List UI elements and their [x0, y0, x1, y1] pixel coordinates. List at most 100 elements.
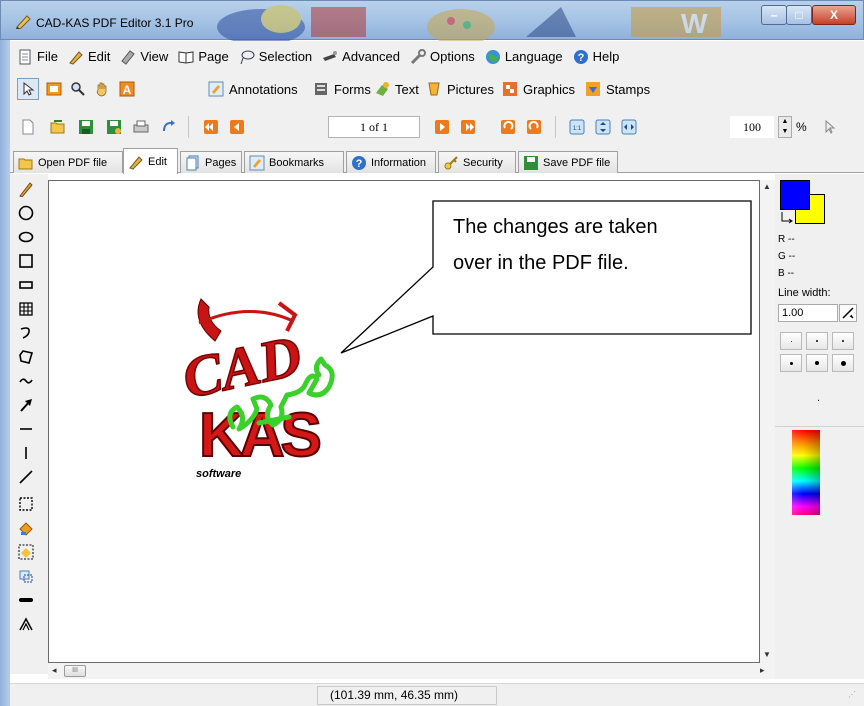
toolbar-separator: [188, 116, 189, 138]
tool-pen[interactable]: [14, 177, 38, 201]
tab-pages[interactable]: Pages: [180, 151, 242, 173]
tool-arrow[interactable]: [14, 393, 38, 417]
menu-page[interactable]: Page: [173, 46, 233, 68]
pictures-button[interactable]: Pictures: [426, 78, 494, 100]
title-bar: W CAD-KAS PDF Editor 3.1 Pro – □ X: [0, 0, 864, 41]
menu-selection[interactable]: Selection: [234, 46, 317, 68]
fit-width-icon: [621, 119, 637, 135]
line-width-button[interactable]: [839, 304, 857, 322]
tool-vertical-line[interactable]: [14, 441, 38, 465]
curve-icon: [20, 327, 30, 339]
text-button[interactable]: Text: [374, 78, 419, 100]
zoom-input[interactable]: 100: [730, 116, 774, 138]
scroll-up-icon[interactable]: ▲: [763, 182, 771, 191]
tool-polygon[interactable]: [14, 345, 38, 369]
scroll-down-icon[interactable]: ▼: [763, 650, 771, 659]
tool-wave[interactable]: [14, 369, 38, 393]
tool-rectangle[interactable]: [14, 273, 38, 297]
tool-crop[interactable]: [14, 564, 38, 588]
hand-tool-button[interactable]: [91, 78, 113, 100]
dot-size-6[interactable]: [832, 354, 854, 372]
tool-horizontal-line[interactable]: [14, 417, 38, 441]
stamps-button[interactable]: Stamps: [585, 78, 650, 100]
dot-size-4[interactable]: [780, 354, 802, 372]
tool-chevron[interactable]: [14, 612, 38, 636]
tab-edit[interactable]: Edit: [123, 148, 178, 174]
rotate-left-button[interactable]: [497, 116, 519, 138]
dot-size-1[interactable]: [780, 332, 802, 350]
undo-history-button[interactable]: [158, 116, 180, 138]
menu-language-label: Language: [504, 49, 563, 64]
tool-circle[interactable]: [14, 201, 38, 225]
menu-help-label: Help: [592, 49, 620, 64]
page-indicator[interactable]: 1 of 1: [328, 116, 420, 138]
tool-fill-region[interactable]: [14, 540, 38, 564]
first-page-button[interactable]: [200, 116, 222, 138]
ellipse-icon: [18, 231, 34, 243]
app-icon: [16, 15, 31, 29]
tool-line-thickness[interactable]: [14, 588, 38, 612]
dot-size-5[interactable]: [806, 354, 828, 372]
menu-options[interactable]: Options: [405, 46, 480, 68]
tool-square[interactable]: [14, 249, 38, 273]
foreground-color-swatch[interactable]: [780, 180, 810, 210]
tab-security[interactable]: Security: [438, 151, 516, 173]
zoom-tool-button[interactable]: [67, 78, 89, 100]
fit-height-button[interactable]: [592, 116, 614, 138]
maximize-button[interactable]: □: [786, 5, 812, 25]
drawing-tools: [10, 174, 48, 674]
save-as-button[interactable]: [103, 116, 125, 138]
dot-size-3[interactable]: [832, 332, 854, 350]
scroll-right-icon[interactable]: ▸: [760, 665, 765, 676]
print-button[interactable]: [130, 116, 152, 138]
horizontal-scroll-thumb[interactable]: III: [64, 665, 86, 677]
actual-size-button[interactable]: 1:1: [566, 116, 588, 138]
select-tool-button[interactable]: [17, 78, 39, 100]
menu-file[interactable]: File: [12, 46, 63, 68]
vertical-scrollbar[interactable]: ▲ ▼: [760, 180, 775, 663]
scroll-left-icon[interactable]: ◂: [52, 665, 57, 676]
document-canvas[interactable]: CAD KAS software The changes are taken o…: [48, 180, 760, 663]
text-tool-button[interactable]: A: [116, 78, 138, 100]
graphics-button[interactable]: Graphics: [502, 78, 575, 100]
fit-width-button[interactable]: [618, 116, 640, 138]
tool-table[interactable]: [14, 297, 38, 321]
menu-language[interactable]: Language: [480, 46, 568, 68]
last-page-button[interactable]: [457, 116, 479, 138]
tool-fill[interactable]: [14, 516, 38, 540]
tool-diagonal-line[interactable]: [14, 465, 38, 489]
menu-help[interactable]: ? Help: [568, 46, 625, 68]
horizontal-scrollbar[interactable]: ◂ III ▸: [48, 663, 775, 679]
view-icon: [121, 49, 136, 65]
menu-view[interactable]: View: [115, 46, 173, 68]
swap-colors-icon[interactable]: [780, 211, 794, 225]
save-icon: [79, 120, 93, 134]
minimize-button[interactable]: –: [761, 5, 787, 25]
save-button[interactable]: [75, 116, 97, 138]
menu-edit[interactable]: Edit: [63, 46, 115, 68]
new-button[interactable]: [17, 116, 39, 138]
dot-size-2[interactable]: [806, 332, 828, 350]
line-preview: .: [817, 392, 821, 404]
resize-grip-icon[interactable]: ⋰: [848, 690, 856, 699]
menu-advanced[interactable]: Advanced: [317, 46, 405, 68]
forms-button[interactable]: Forms: [313, 78, 371, 100]
tab-information[interactable]: ? Information: [346, 151, 436, 173]
annotations-button[interactable]: Annotations: [208, 78, 298, 100]
tool-ellipse[interactable]: [14, 225, 38, 249]
frame-tool-button[interactable]: [43, 78, 65, 100]
color-palette[interactable]: [792, 430, 820, 515]
tab-save-pdf-file[interactable]: Save PDF file: [518, 151, 618, 173]
tool-curve[interactable]: [14, 321, 38, 345]
pointer-button[interactable]: [818, 116, 840, 138]
close-button[interactable]: X: [812, 5, 856, 25]
rotate-right-button[interactable]: [523, 116, 545, 138]
line-width-input[interactable]: 1.00: [778, 304, 838, 322]
tab-open-pdf-file[interactable]: Open PDF file: [13, 151, 123, 173]
tool-select-region[interactable]: [14, 492, 38, 516]
tab-bookmarks[interactable]: Bookmarks: [244, 151, 344, 173]
open-button[interactable]: [47, 116, 69, 138]
zoom-spinner[interactable]: ▲ ▼: [778, 116, 792, 138]
prev-page-button[interactable]: [226, 116, 248, 138]
next-page-button[interactable]: [431, 116, 453, 138]
